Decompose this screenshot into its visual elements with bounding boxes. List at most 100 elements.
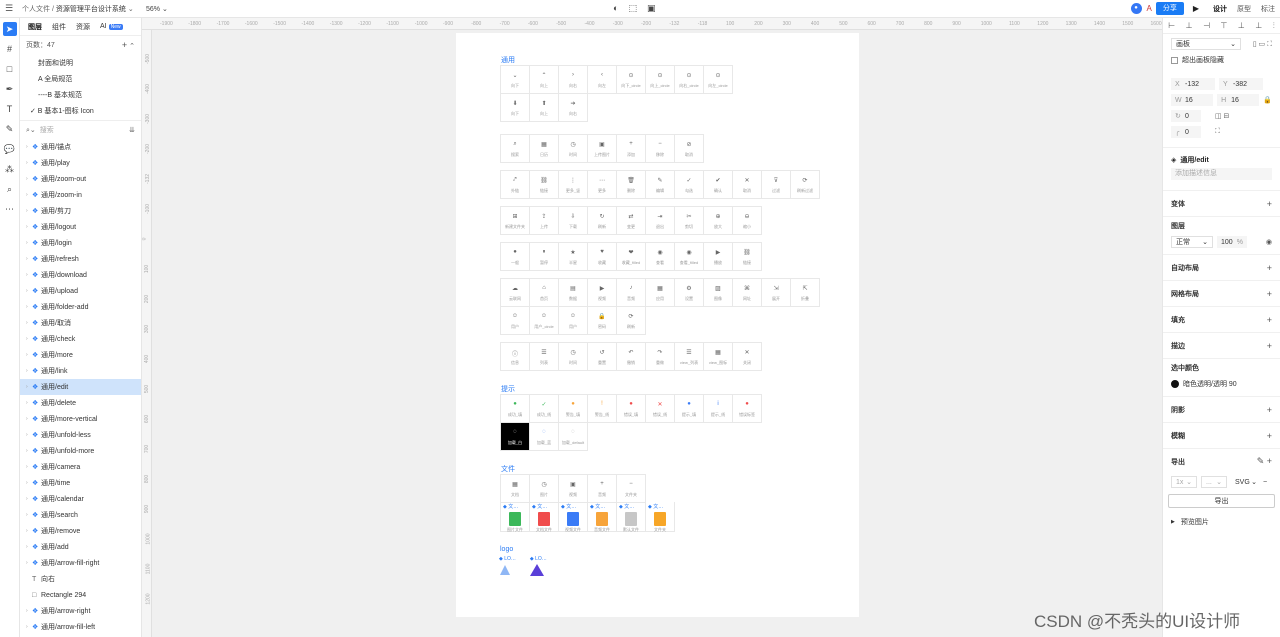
icon-cell[interactable]: ▶ 视频 [588, 279, 617, 307]
layer-item[interactable]: › ❖ 通用/remove [20, 523, 141, 539]
icon-cell[interactable]: ❤ 收藏_filled [617, 243, 646, 271]
icon-cell[interactable]: ⊖ 缩小 [733, 207, 762, 235]
export-edit-icons[interactable]: ✎ + [1257, 456, 1272, 467]
icon-cell[interactable]: ⊙ 向下_circle [617, 66, 646, 94]
mode-prototype[interactable]: 原型 [1232, 4, 1256, 14]
icon-cell[interactable]: ⤤ 外链 [501, 171, 530, 199]
blend-select[interactable]: 正常 ⌄ [1171, 236, 1213, 248]
icon-cell[interactable]: ⊕ 放大 [704, 207, 733, 235]
layer-item[interactable]: › ❖ 通用/zoom-out [20, 171, 141, 187]
layer-search[interactable]: ⌕⌄ 搜索 ⇊ [20, 120, 141, 139]
file-icon-cell[interactable]: ◆ 文… 视频文件 [559, 502, 588, 532]
icon-cell[interactable]: ◷ 时间 [559, 135, 588, 163]
icon-cell[interactable]: › 向右 [559, 66, 588, 94]
mode-design[interactable]: 设计 [1208, 4, 1232, 14]
icon-cell[interactable]: ✎ 编辑 [646, 171, 675, 199]
flip-icons[interactable]: ◫ ⊟ [1215, 112, 1229, 120]
align-bottom-icon[interactable]: ⊥ [1255, 21, 1262, 30]
icon-cell[interactable]: ☰ view_列表 [675, 343, 704, 371]
icon-cell[interactable]: ♪ 音频 [617, 279, 646, 307]
rectangle-icon[interactable]: □ [3, 62, 17, 76]
layer-item[interactable]: › ❖ 通用/time [20, 475, 141, 491]
icon-cell[interactable]: ● 错误_填 [617, 395, 646, 423]
tab-ai[interactable]: AI New [100, 23, 123, 30]
layer-item[interactable]: › ❖ 通用/camera [20, 459, 141, 475]
chevron-down-icon[interactable]: ⌄ [128, 6, 134, 13]
logo-2[interactable]: ◆ LO… [529, 556, 547, 578]
icon-cell[interactable]: ● 错误标签 [733, 395, 762, 423]
layer-item[interactable]: › ❖ 通用/arrow-right [20, 603, 141, 619]
layer-item[interactable]: › ❖ 通用/play [20, 155, 141, 171]
page-item[interactable]: 封面和说明 [20, 54, 141, 70]
icon-cell[interactable]: ✓ 勾选 [675, 171, 704, 199]
align-left-icon[interactable]: ⊢ [1168, 21, 1175, 30]
icon-cell[interactable]: ★ 半星 [559, 243, 588, 271]
icon-cell[interactable]: ▣ 视频 [559, 475, 588, 503]
layer-item[interactable]: › ❖ 通用/edit [20, 379, 141, 395]
icon-cell[interactable]: − 移除 [646, 135, 675, 163]
text-icon[interactable]: T [3, 102, 17, 116]
layer-item[interactable]: › ❖ 通用/upload [20, 283, 141, 299]
icon-cell[interactable]: ⊘ 取消 [675, 135, 704, 163]
icon-cell[interactable]: ⊞ 新建文件夹 [501, 207, 530, 235]
icon-cell[interactable]: ✕ 错误_线 [646, 395, 675, 423]
frame-tool-icon[interactable]: # [3, 42, 17, 56]
icon-cell[interactable]: ⋯ 更多 [588, 171, 617, 199]
corner-icon[interactable]: ⛶ [1215, 128, 1220, 136]
theme-icon[interactable]: ◐ [613, 3, 618, 14]
layer-item[interactable]: › ❖ 通用/calendar [20, 491, 141, 507]
collapse-all-icon[interactable]: ⇊ [129, 126, 135, 134]
icon-cell[interactable]: ⊙ 向上_circle [646, 66, 675, 94]
section-variants[interactable]: 变体 + [1163, 190, 1280, 216]
icon-cell[interactable]: ▶ 播放 [704, 243, 733, 271]
icon-cell[interactable]: ⬆ 向上 [530, 94, 559, 122]
icon-cell[interactable]: ➔ 向右 [559, 94, 588, 122]
icon-cell[interactable]: ◌ 加载_蓝 [530, 423, 559, 451]
layer-item[interactable]: T 向右 [20, 571, 141, 587]
layer-item[interactable]: › ❖ 通用/refresh [20, 251, 141, 267]
icon-cell[interactable]: ☺ 用户_circle [530, 307, 559, 335]
section-shadow[interactable]: 阴影 + [1163, 396, 1280, 422]
icon-cell[interactable]: ☺ 用户 [501, 307, 530, 335]
icon-cell[interactable]: i 提示_线 [704, 395, 733, 423]
icon-cell[interactable]: ⚙ 设置 [675, 279, 704, 307]
icon-cell[interactable]: ✓ 成功_线 [530, 395, 559, 423]
icon-cell[interactable]: ◷ 时间 [559, 343, 588, 371]
search-input[interactable]: 搜索 [40, 125, 129, 135]
layer-item[interactable]: › ❖ 通用/arrow-fill-right [20, 555, 141, 571]
layer-item[interactable]: › ❖ 通用/check [20, 331, 141, 347]
more-icon[interactable]: ⋯ [3, 202, 17, 216]
file-icon-cell[interactable]: ◆ 文… 默认文件 [617, 502, 646, 532]
layer-item[interactable]: › ❖ 通用/add [20, 539, 141, 555]
icon-cell[interactable]: ⏸ 暂停 [530, 243, 559, 271]
font-icon[interactable]: A [1147, 4, 1152, 13]
icon-cell[interactable]: ⌃ 向上 [530, 66, 559, 94]
tab-layers[interactable]: 图层 [28, 22, 42, 32]
y-field[interactable]: Y -382 [1219, 78, 1263, 90]
icon-cell[interactable]: ⇄ 变更 [617, 207, 646, 235]
layer-item[interactable]: › ❖ 通用/search [20, 507, 141, 523]
h-field[interactable]: H 16 [1217, 94, 1260, 106]
icon-cell[interactable]: ⇲ 展开 [762, 279, 791, 307]
icon-cell[interactable]: ☁ 云联网 [501, 279, 530, 307]
icon-cell[interactable]: ▤ 数据 [559, 279, 588, 307]
export-scale-select[interactable]: 1x ⌄ [1171, 476, 1197, 488]
icon-cell[interactable]: ▦ view_图标 [704, 343, 733, 371]
icon-cell[interactable]: ✔ 确认 [704, 171, 733, 199]
lock-icon[interactable]: 🔒 [1263, 96, 1272, 104]
icon-cell[interactable]: ↺ 重置 [588, 343, 617, 371]
icon-cell[interactable]: ⇪ 上传 [530, 207, 559, 235]
layer-item[interactable]: › ❖ 通用/剪刀 [20, 203, 141, 219]
icon-cell[interactable]: ⇥ 退出 [646, 207, 675, 235]
edit-frame-icon[interactable]: ⬚ [628, 3, 637, 14]
icon-cell[interactable]: ⌄ 向下 [501, 66, 530, 94]
page-item[interactable]: ✓ B 基本1-图标 Icon [20, 102, 141, 118]
zoom-level[interactable]: 56% ⌄ [146, 5, 168, 13]
add-page-icon[interactable]: + [122, 40, 127, 50]
icon-cell[interactable]: + 添加 [617, 135, 646, 163]
icon-cell[interactable]: ⌘ 网址 [733, 279, 762, 307]
layer-item[interactable]: › ❖ 通用/download [20, 267, 141, 283]
icon-cell[interactable]: ▦ 日历 [530, 135, 559, 163]
layer-item[interactable]: › ❖ 通用/arrow-fill-left [20, 619, 141, 635]
collapse-icon[interactable]: ⌃ [129, 43, 135, 50]
